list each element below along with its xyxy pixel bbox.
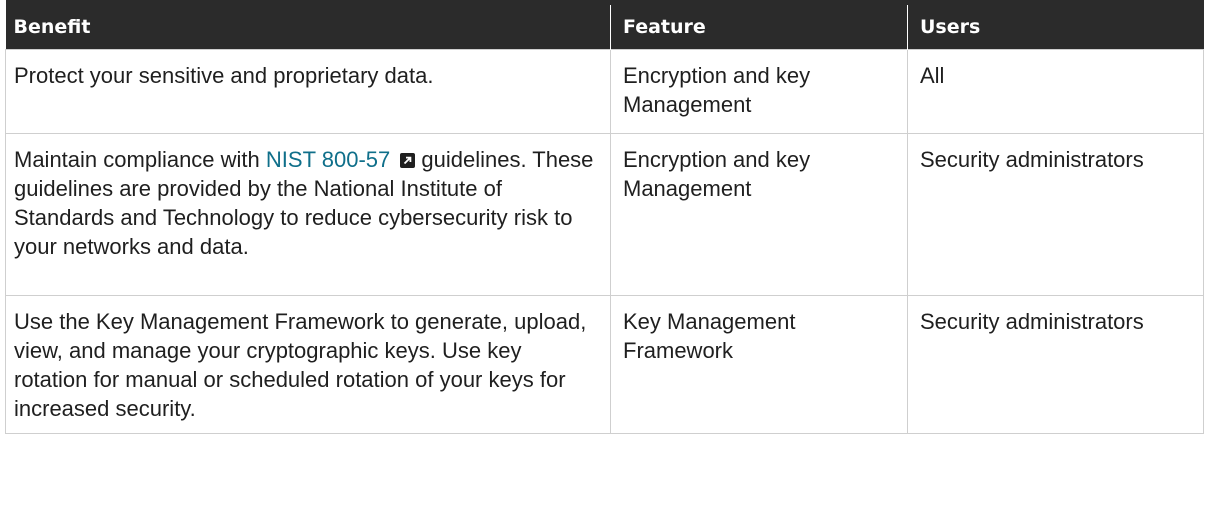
benefit-text-prefix: Maintain compliance with <box>14 147 266 172</box>
users-cell: All <box>907 49 1204 134</box>
table-body: Protect your sensitive and proprietary d… <box>5 49 1204 434</box>
benefit-cell: Protect your sensitive and proprietary d… <box>5 49 611 134</box>
header-row: Benefit Feature Users <box>5 0 1204 50</box>
header-users: Users <box>907 0 1204 50</box>
feature-cell: Encryption and key Management <box>610 133 908 296</box>
table-row: Use the Key Management Framework to gene… <box>5 295 1204 434</box>
feature-cell: Encryption and key Management <box>610 49 908 134</box>
table-row: Maintain compliance with NIST 800-57 gui… <box>5 133 1204 296</box>
table-row: Protect your sensitive and proprietary d… <box>5 49 1204 134</box>
nist-800-57-link[interactable]: NIST 800-57 <box>266 147 390 172</box>
header-feature: Feature <box>610 0 908 50</box>
users-cell: Security administrators <box>907 133 1204 296</box>
users-cell: Security administrators <box>907 295 1204 434</box>
table-header: Benefit Feature Users <box>5 0 1204 50</box>
external-link-icon[interactable] <box>400 153 416 168</box>
benefit-cell: Use the Key Management Framework to gene… <box>5 295 611 434</box>
benefits-table: Benefit Feature Users Protect your sensi… <box>5 0 1204 434</box>
header-benefit: Benefit <box>5 0 611 50</box>
feature-cell: Key Management Framework <box>610 295 908 434</box>
benefit-cell: Maintain compliance with NIST 800-57 gui… <box>5 133 611 296</box>
